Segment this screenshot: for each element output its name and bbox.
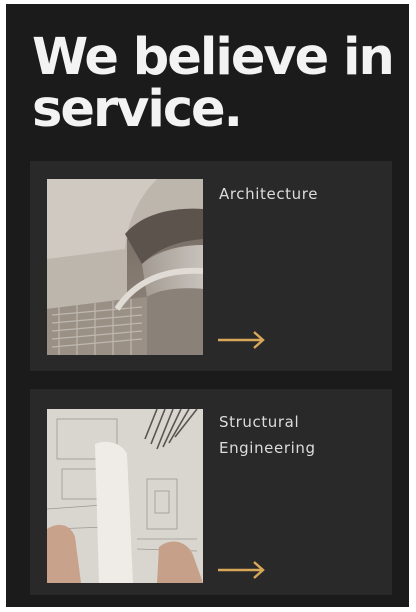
service-title: Architecture: [219, 181, 379, 207]
services-section: We believe in service. Architecture Stru…: [6, 4, 409, 607]
service-title-line-2: Engineering: [219, 439, 316, 457]
service-title-line-1: Architecture: [219, 185, 319, 203]
service-title-line-1: Structural: [219, 413, 300, 431]
architecture-image: [47, 179, 203, 355]
service-title: Structural Engineering: [219, 409, 379, 461]
headline-line-1: We believe in: [32, 28, 395, 87]
arrow-right-icon[interactable]: [216, 329, 266, 351]
blueprint-image: [47, 409, 203, 583]
headline-line-2: service.: [32, 80, 243, 139]
arrow-right-icon[interactable]: [216, 559, 266, 581]
page-headline: We believe in service.: [32, 32, 402, 136]
service-card-structural-engineering[interactable]: Structural Engineering: [30, 389, 392, 595]
service-card-architecture[interactable]: Architecture: [30, 161, 392, 371]
